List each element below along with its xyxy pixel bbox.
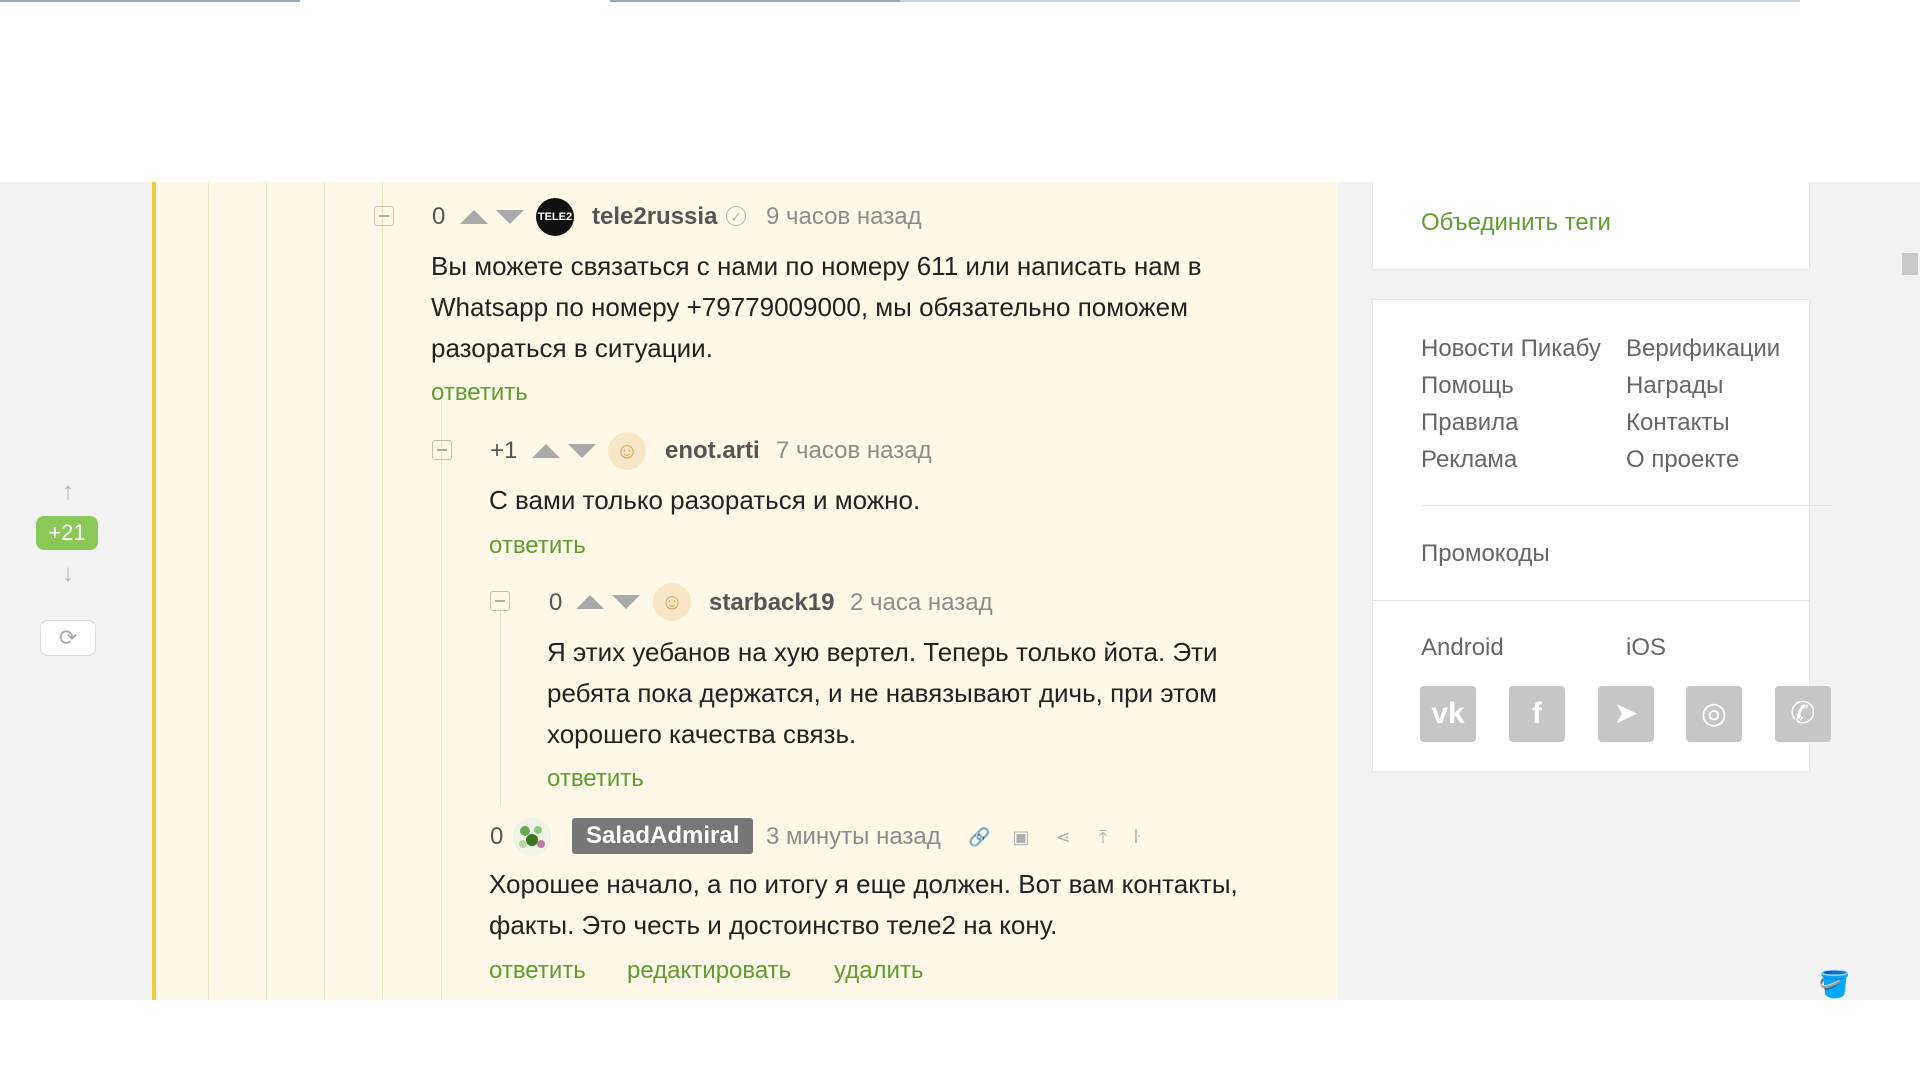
header-edge: [900, 0, 1800, 2]
comment-time[interactable]: 7 часов назад: [776, 436, 932, 466]
link-pikabu-news[interactable]: Новости Пикабу: [1421, 334, 1601, 364]
delete-link[interactable]: удалить: [834, 956, 923, 986]
comment-line: Вы можете связаться с нами по номеру 611…: [431, 251, 1202, 281]
link-verifications[interactable]: Верификации: [1626, 334, 1780, 364]
collapse-button[interactable]: [432, 440, 452, 460]
avatar[interactable]: [513, 818, 551, 856]
comment-score: 0: [549, 589, 563, 616]
tags-card: Объединить теги: [1372, 182, 1810, 270]
comment-line: хорошего качества связь.: [547, 719, 857, 749]
avatar[interactable]: ☺: [653, 583, 691, 621]
thread-guide: [266, 182, 267, 1000]
avatar[interactable]: ☺: [608, 432, 646, 470]
comment-score: +1: [490, 437, 518, 464]
divider: [1373, 600, 1809, 601]
comment-time[interactable]: 9 часов назад: [766, 202, 922, 232]
story-rating: +21: [36, 516, 98, 550]
comment-author-self[interactable]: SaladAdmiral: [572, 818, 754, 854]
vote-up-icon[interactable]: [576, 595, 604, 609]
header-edge: [610, 0, 910, 2]
link-contacts[interactable]: Контакты: [1626, 408, 1730, 438]
thread-guide: [382, 182, 383, 1000]
viber-icon[interactable]: ✆: [1775, 686, 1831, 742]
link-promocodes[interactable]: Промокоды: [1421, 539, 1550, 569]
link-rules[interactable]: Правила: [1421, 408, 1518, 438]
link-ads[interactable]: Реклама: [1421, 445, 1517, 475]
comment-line: Я этих уебанов на хую вертел. Теперь тол…: [547, 637, 1218, 667]
instagram-icon[interactable]: ◎: [1686, 686, 1742, 742]
thread-guide: [441, 400, 442, 1000]
reply-link[interactable]: ответить: [489, 531, 586, 561]
arrow-down-icon[interactable]: ↓: [58, 562, 78, 586]
edit-link[interactable]: редактировать: [627, 956, 791, 986]
reply-link[interactable]: ответить: [431, 378, 528, 408]
paint-bucket-icon[interactable]: 🪣: [1818, 970, 1850, 998]
comment-line: ребята пока держатся, и не навязывают ди…: [547, 678, 1218, 708]
thread-guide: [324, 182, 325, 1000]
comment-author[interactable]: tele2russia: [592, 202, 717, 232]
header-edge: [0, 0, 300, 2]
vk-icon[interactable]: vk: [1420, 686, 1476, 742]
refresh-button[interactable]: ⟳: [40, 620, 96, 656]
comment-line: факты. Это честь и достоинство теле2 на …: [489, 910, 1058, 940]
comment-body: С вами только разораться и можно.: [489, 480, 1289, 521]
facebook-icon[interactable]: f: [1509, 686, 1565, 742]
collapse-button[interactable]: [374, 206, 394, 226]
thread-guide: [208, 182, 209, 1000]
comment-body: Вы можете связаться с нами по номеру 611…: [431, 246, 1331, 369]
arrow-up-icon[interactable]: ↑: [58, 480, 78, 504]
vote-down-icon[interactable]: [568, 444, 596, 458]
page-header: [0, 0, 1920, 182]
reply-link[interactable]: ответить: [547, 764, 644, 794]
comment-line: Хорошее начало, а по итогу я еще должен.…: [489, 869, 1238, 899]
comment-body: Хорошее начало, а по итогу я еще должен.…: [489, 864, 1289, 946]
verified-icon: ✓: [726, 206, 746, 226]
comment-line: разораться в ситуации.: [431, 333, 713, 363]
reply-link[interactable]: ответить: [489, 956, 586, 986]
link-icon[interactable]: 🔗: [968, 826, 990, 848]
refresh-icon: ⟳: [58, 625, 78, 650]
link-about[interactable]: О проекте: [1626, 445, 1739, 475]
pin-top-icon[interactable]: ⤒: [1092, 826, 1114, 848]
comment-score: 0: [490, 823, 504, 850]
share-icon[interactable]: ⋖: [1052, 826, 1074, 848]
vote-down-icon[interactable]: [496, 210, 524, 224]
avatar[interactable]: TELE2: [536, 198, 574, 236]
link-awards[interactable]: Награды: [1626, 371, 1723, 401]
footer-edge: [0, 1000, 1920, 1080]
salad-avatar-image: [514, 819, 550, 855]
vote-down-icon[interactable]: [612, 595, 640, 609]
telegram-icon[interactable]: ➤: [1598, 686, 1654, 742]
thread-guide: [500, 610, 501, 805]
comment-time[interactable]: 2 часа назад: [850, 588, 993, 618]
comment-body: Я этих уебанов на хую вертел. Теперь тол…: [547, 632, 1327, 755]
branch-icon[interactable]: ŀ: [1126, 826, 1148, 848]
collapse-button[interactable]: [490, 591, 510, 611]
comment-score: 0: [432, 203, 446, 230]
vote-up-icon[interactable]: [460, 210, 488, 224]
comment-line: С вами только разораться и можно.: [489, 485, 921, 515]
scrollbar-thumb[interactable]: [1902, 253, 1918, 275]
comment-line: Whatsapp по номеру +79779009000, мы обяз…: [431, 292, 1189, 322]
comment-author[interactable]: starback19: [709, 588, 834, 618]
vote-up-icon[interactable]: [532, 444, 560, 458]
comment-author[interactable]: enot.arti: [665, 436, 760, 466]
merge-tags-link[interactable]: Объединить теги: [1421, 208, 1611, 238]
divider: [1421, 505, 1831, 506]
link-help[interactable]: Помощь: [1421, 371, 1514, 401]
link-android[interactable]: Android: [1421, 633, 1504, 663]
link-ios[interactable]: iOS: [1626, 633, 1666, 663]
comment-time[interactable]: 3 минуты назад: [766, 822, 941, 852]
save-icon[interactable]: ▣: [1010, 826, 1032, 848]
